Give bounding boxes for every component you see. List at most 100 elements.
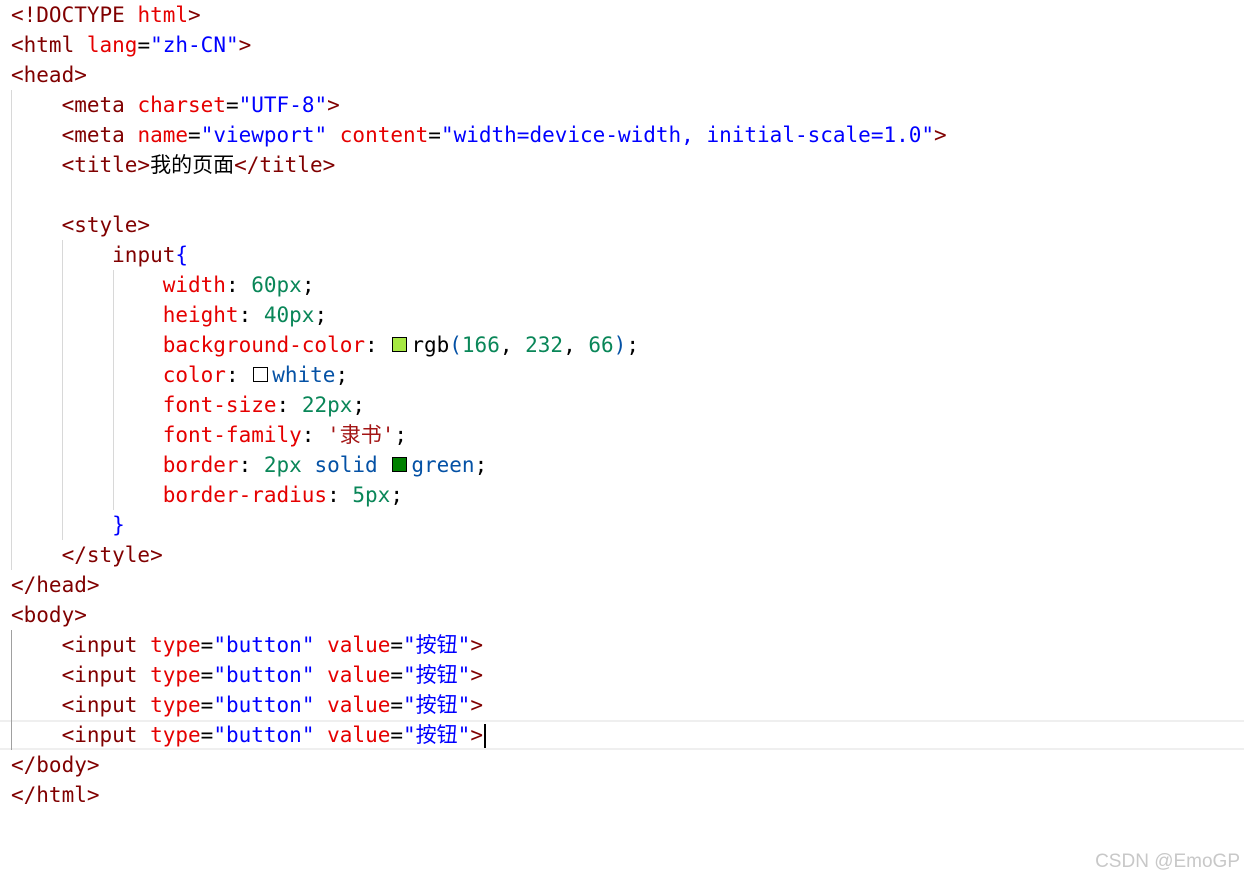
color-swatch-icon[interactable] [392,337,408,352]
code-token: 5px [352,483,391,507]
code-line[interactable]: } [11,510,125,540]
code-token: > [188,3,201,27]
code-token: = [428,123,441,147]
code-token: : [365,333,391,357]
code-token: </html> [11,783,100,807]
code-token: } [112,513,125,537]
code-token: = [200,663,214,687]
code-line[interactable]: font-size: 22px; [11,390,365,420]
code-line[interactable]: </style> [11,540,163,570]
code-token: white [272,363,336,387]
code-token: = [390,723,404,747]
indent-guide-body [11,630,12,750]
code-token: : [238,303,264,327]
code-token: , [563,333,589,357]
code-token: '隶书' [327,423,395,447]
code-editor[interactable]: <!DOCTYPE html> <html lang="zh-CN"> <head>… [0,0,1244,881]
code-token: <style> [61,213,151,237]
code-line[interactable]: <!DOCTYPE html> [11,0,201,30]
code-line[interactable]: <body> [11,600,87,630]
code-token: content [339,123,429,147]
code-token: <!DOCTYPE [11,3,125,27]
code-line[interactable]: <html lang="zh-CN"> [11,30,251,60]
code-token: value [327,693,391,717]
code-line[interactable]: <style> [11,210,151,240]
code-line[interactable]: <input type="button" value="按钮"> [11,690,483,720]
code-token: = [225,93,239,117]
code-token: = [390,633,404,657]
code-token: = [188,123,201,147]
code-token: , [499,333,526,357]
code-line[interactable]: <title>我的页面</title> [11,150,336,180]
code-token: background-color [162,333,366,357]
code-token: <meta [61,123,125,147]
code-token: "viewport" [200,123,328,147]
code-line[interactable]: font-family: '隶书'; [11,420,407,450]
code-token: > [934,123,947,147]
code-token: border-radius [162,483,328,507]
indent-guide-style [62,240,63,540]
code-token: = [390,693,404,717]
code-line[interactable]: <head> [11,60,87,90]
code-token: ; [335,363,349,387]
code-line[interactable]: </html> [11,780,100,810]
code-token: <body> [11,603,87,627]
code-line[interactable]: height: 40px; [11,300,327,330]
code-token: "button" [213,663,315,687]
code-token: "按钮" [403,693,471,717]
code-line[interactable]: <meta charset="UTF-8"> [11,90,340,120]
code-token: = [200,693,214,717]
code-token: charset [137,93,226,117]
code-line[interactable]: background-color: rgb(166, 232, 66); [11,330,639,360]
code-token: width [162,273,226,297]
code-token: value [327,723,391,747]
code-token: <head> [11,63,87,87]
code-line[interactable]: border: 2px solid green; [11,450,488,480]
code-token: type [150,633,201,657]
code-token: = [390,663,404,687]
code-line[interactable]: </head> [11,570,100,600]
code-token: : [327,483,353,507]
code-line[interactable]: <input type="button" value="按钮"> [11,660,483,690]
code-token: = [200,633,214,657]
code-token: input [112,243,176,267]
color-swatch-icon[interactable] [392,457,408,472]
code-line[interactable]: input{ [11,240,188,270]
code-line[interactable]: <input type="button" value="按钮"> [11,630,483,660]
code-line[interactable]: width: 60px; [11,270,315,300]
color-swatch-icon[interactable] [253,367,269,382]
code-token: : [238,453,264,477]
code-token: lang [86,33,138,57]
code-token: </style> [61,543,163,567]
code-token: </title> [234,153,336,177]
code-token: "按钮" [403,663,471,687]
code-token: 22px [301,393,353,417]
code-token: 40px [263,303,315,327]
code-token: rgb [411,333,450,357]
code-line[interactable]: border-radius: 5px; [11,480,403,510]
code-token: > [238,33,252,57]
code-token: 60px [251,273,302,297]
code-line[interactable]: <meta name="viewport" content="width=dev… [11,120,947,150]
code-token: <title> [61,153,151,177]
code-token: = [200,723,214,747]
code-token: value [327,663,391,687]
code-line[interactable]: <input type="button" value="按钮"> [0,720,1244,750]
code-line[interactable]: </body> [11,750,100,780]
code-token: height [162,303,239,327]
